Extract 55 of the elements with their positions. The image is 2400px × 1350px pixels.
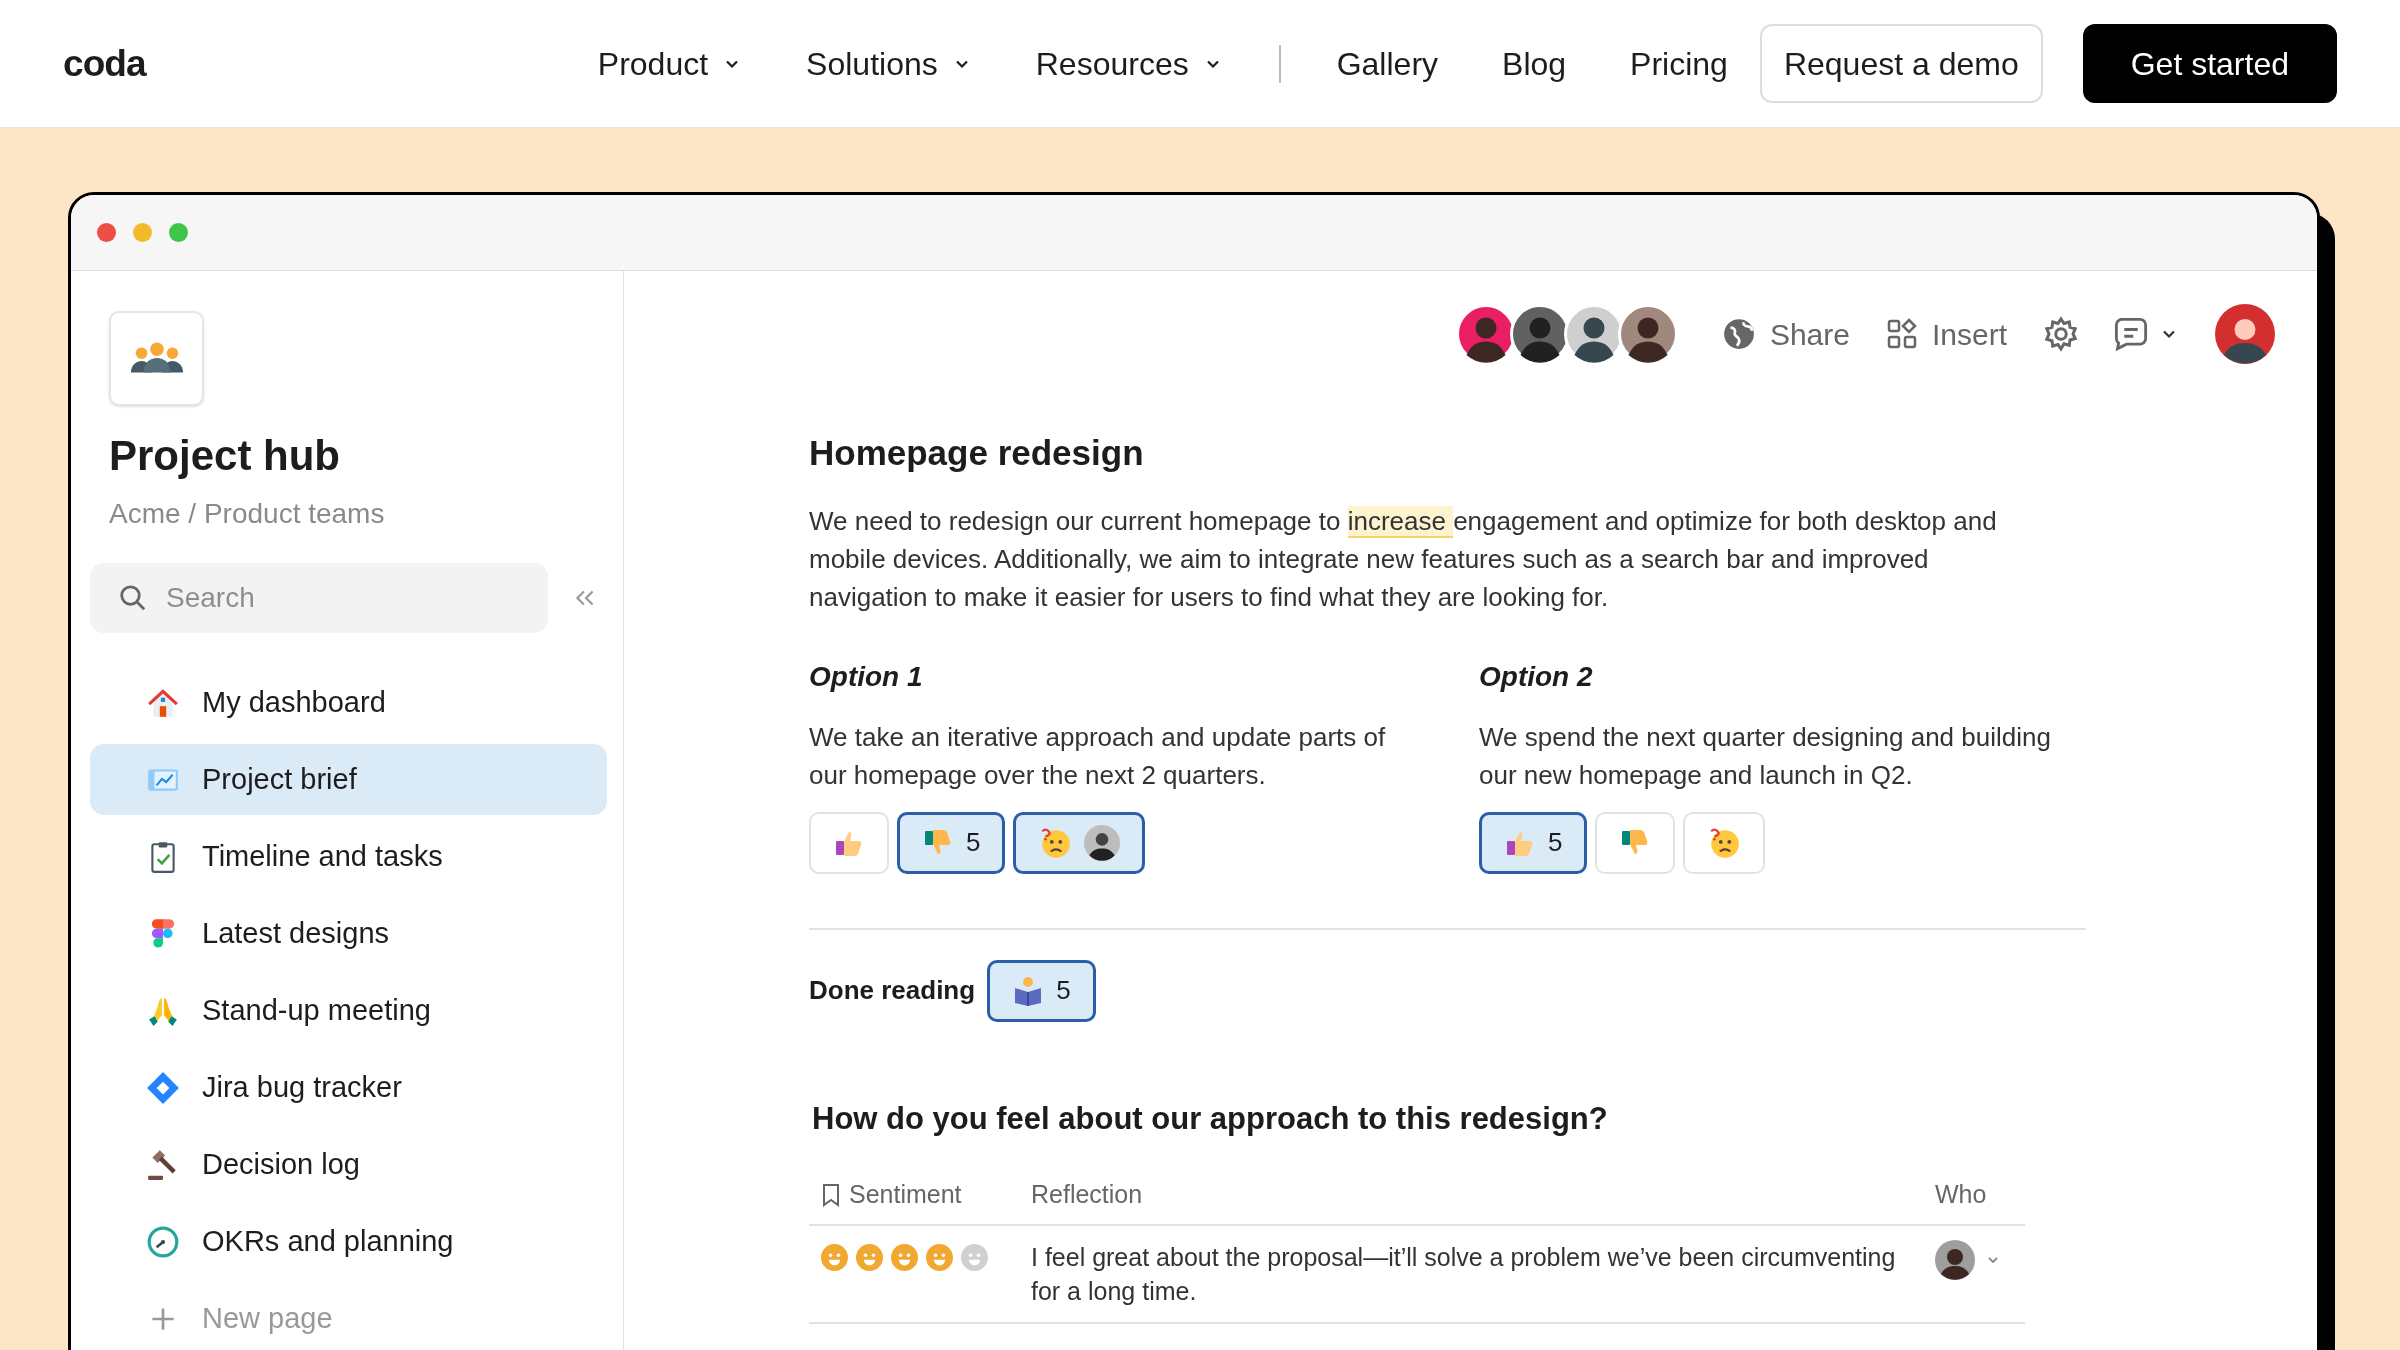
option-title: Option 2 [1479,659,1594,694]
reaction-button[interactable]: 5 [987,959,1096,1022]
avatar [1617,304,1678,364]
smiley-icon [891,1244,918,1271]
smiley-icon [821,1244,848,1271]
window-control[interactable] [169,223,188,242]
get-started-button[interactable]: Get started [2082,24,2337,103]
nav-link[interactable]: Blog [1470,39,1599,88]
nav-menu[interactable]: Product [565,39,775,88]
column-header[interactable]: Sentiment [849,1176,962,1214]
sidebar-item[interactable]: My dashboard [90,667,607,738]
question-heading: How do you feel about our approach to this redesign? [812,1099,1609,1138]
diamond-icon [146,1070,180,1105]
globe-icon [1721,317,1756,351]
reaction-button[interactable]: 5 [1479,811,1588,874]
smiley-icon [856,1244,883,1271]
option-text: We spend the next quarter designing and building our new homepage and launch in Q2. [1479,720,2052,792]
column-header[interactable]: Reflection [1031,1180,1143,1209]
logo[interactable]: coda [63,35,146,92]
smiley-icon [926,1244,953,1271]
gauge-icon [146,1224,180,1259]
settings-icon[interactable] [2043,316,2079,352]
grid-icon [1885,318,1918,350]
reaction-button[interactable] [1013,811,1146,874]
nav-link[interactable]: Pricing [1598,39,1760,88]
reaction-button[interactable]: 5 [897,811,1006,874]
done-reading-label: Done reading [809,974,976,1007]
doc-heading: Homepage redesign [809,432,1145,474]
sidebar-item[interactable]: Project brief [90,744,607,815]
demo-button[interactable]: Request a demo [1759,24,2043,103]
sidebar-item[interactable]: Jira bug tracker [90,1052,607,1123]
option-title: Option 1 [809,659,924,694]
comment-icon [2113,316,2149,352]
sidebar-item[interactable]: OKRs and planning [90,1206,607,1277]
sidebar-item[interactable]: Latest designs [90,898,607,969]
share-button[interactable]: Share [1721,311,1850,357]
avatar[interactable] [2215,304,2275,364]
sidebar-item[interactable]: Stand-up meeting [90,975,607,1046]
avatar [1935,1240,1975,1280]
smiley-icon [961,1244,988,1271]
insert-button[interactable]: Insert [1885,311,2007,357]
option-text: We take an iterative approach and update parts of our homepage over the next 2 quarters. [809,720,1387,792]
nav-menu[interactable]: Resources [1003,39,1255,88]
column-header[interactable]: Who [1935,1180,1987,1209]
window-control[interactable] [97,223,116,242]
bookmark-icon [821,1183,841,1207]
sidebar-item[interactable]: Decision log [90,1129,607,1200]
search-icon [118,583,148,613]
search-field[interactable]: Search [90,563,548,633]
doc-paragraph: We need to redesign our current homepage to increase engagement and optimize for both desktop and mobile devices. Additionally, we aim to integrate new features such as a search bar and improved navigation to make it easier for users to find what they are looking for. [809,504,1998,614]
nav-link[interactable]: Gallery [1304,39,1471,88]
page-title: Project hub [109,431,342,481]
table-cell-text: I feel great about the proposal—it’ll solve a problem we’ve been circumventing for a long time. [1031,1242,1897,1307]
nav-menu[interactable]: Solutions [774,39,1004,88]
sidebar-item[interactable]: Timeline and tasks [90,821,607,892]
